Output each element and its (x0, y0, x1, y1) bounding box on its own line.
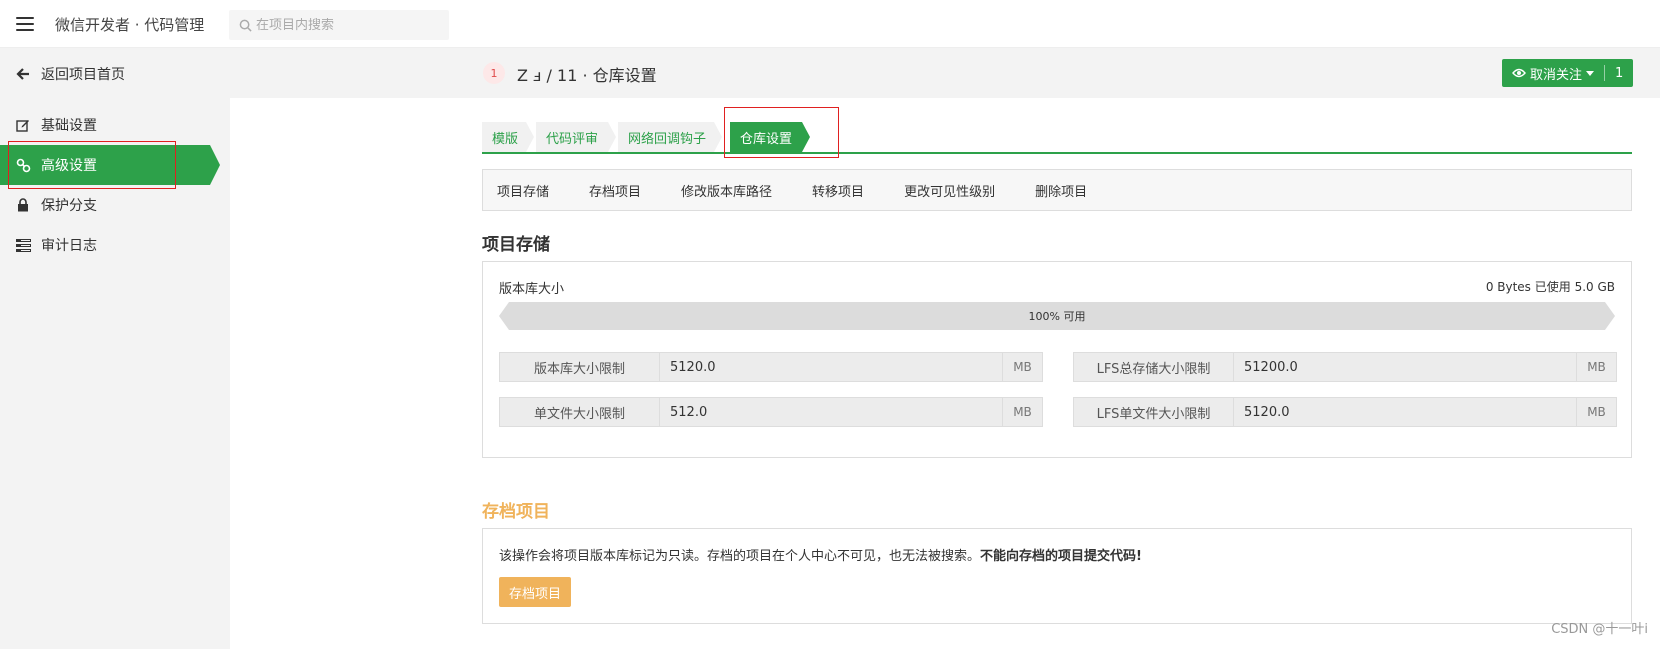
archive-project-button[interactable]: 存档项目 (499, 577, 572, 607)
back-label: 返回项目首页 (41, 67, 125, 83)
tab-templates[interactable]: 模版 (482, 122, 534, 152)
lock-icon (15, 197, 31, 213)
lfs-single-file-limit-field: LFS单文件大小限制 MB (1073, 397, 1617, 427)
settings-subnav: 项目存储 存档项目 修改版本库路径 转移项目 更改可见性级别 删除项目 (482, 169, 1632, 211)
tab-label: 网络回调钩子 (628, 131, 707, 147)
storage-panel: 版本库大小 0 Bytes 已使用 5.0 GB 100% 可用 版本库大小限制… (482, 261, 1632, 458)
link-icon (15, 157, 31, 173)
app-title: 微信开发者 · 代码管理 (55, 16, 205, 34)
repo-used-text: 0 Bytes 已使用 5.0 GB (1485, 280, 1615, 294)
tab-repository-settings[interactable]: 仓库设置 (730, 122, 810, 152)
tab-code-review[interactable]: 代码评审 (536, 122, 616, 152)
sidebar-item-label: 保护分支 (41, 198, 97, 214)
single-file-limit-field: 单文件大小限制 MB (499, 397, 1043, 427)
subnav-delete-project[interactable]: 删除项目 (1035, 181, 1087, 200)
unfollow-button[interactable]: 取消关注 1 (1502, 59, 1634, 87)
archive-panel: 该操作会将项目版本库标记为只读。存档的项目在个人中心不可见，也无法被搜索。不能向… (482, 528, 1632, 624)
archive-warning: 不能向存档的项目提交代码! (980, 549, 1142, 564)
subnav-change-visibility[interactable]: 更改可见性级别 (904, 181, 995, 200)
sidebar-item-audit-log[interactable]: 审计日志 (0, 225, 210, 265)
sidebar-item-label: 高级设置 (41, 158, 97, 174)
subnav-project-storage[interactable]: 项目存储 (497, 181, 549, 200)
eye-icon (1512, 68, 1526, 78)
field-label: 版本库大小限制 (500, 353, 660, 381)
lfs-single-file-limit-input[interactable] (1234, 398, 1576, 426)
tab-label: 代码评审 (546, 131, 599, 147)
lfs-total-limit-field: LFS总存储大小限制 MB (1073, 352, 1617, 382)
list-icon (15, 237, 31, 253)
follow-count: 1 (1615, 65, 1624, 81)
caret-down-icon (1586, 70, 1595, 76)
single-file-limit-input[interactable] (660, 398, 1002, 426)
lfs-total-limit-input[interactable] (1234, 353, 1576, 381)
subnav-archive-project[interactable]: 存档项目 (589, 181, 641, 200)
storage-progress-bar: 100% 可用 (499, 302, 1615, 330)
sidebar-item-basic-settings[interactable]: 基础设置 (0, 105, 210, 145)
edit-icon (15, 117, 31, 133)
notification-badge: 1 (483, 62, 505, 84)
header-band (230, 48, 1660, 98)
subnav-transfer-project[interactable]: 转移项目 (812, 181, 864, 200)
unfollow-label: 取消关注 (1530, 67, 1583, 83)
search-box[interactable] (229, 10, 449, 40)
field-label: 单文件大小限制 (500, 398, 660, 426)
storage-section-title: 项目存储 (482, 235, 550, 255)
field-unit: MB (1002, 398, 1042, 426)
archive-description: 该操作会将项目版本库标记为只读。存档的项目在个人中心不可见，也无法被搜索。不能向… (499, 545, 1142, 564)
search-input[interactable] (256, 17, 446, 33)
arrow-left-icon (15, 66, 31, 82)
tab-label: 模版 (492, 131, 519, 147)
top-bar: 微信开发者 · 代码管理 (0, 0, 1660, 48)
field-label: LFS总存储大小限制 (1074, 353, 1234, 381)
sidebar-item-protected-branches[interactable]: 保护分支 (0, 185, 210, 225)
tab-bar: 模版 代码评审 网络回调钩子 仓库设置 (482, 122, 1632, 154)
progress-text: 100% 可用 (1028, 310, 1086, 323)
subnav-change-repo-path[interactable]: 修改版本库路径 (681, 181, 772, 200)
sidebar-item-label: 基础设置 (41, 118, 97, 134)
tab-webhooks[interactable]: 网络回调钩子 (618, 122, 722, 152)
watermark: CSDN @十一叶i (1551, 622, 1648, 637)
field-unit: MB (1576, 398, 1616, 426)
archive-section-title: 存档项目 (482, 502, 550, 522)
back-to-project-home[interactable]: 返回项目首页 (0, 54, 210, 94)
field-unit: MB (1576, 353, 1616, 381)
repo-size-limit-input[interactable] (660, 353, 1002, 381)
breadcrumb: Z ⅎ / 11 · 仓库设置 (517, 66, 657, 85)
archive-text: 该操作会将项目版本库标记为只读。存档的项目在个人中心不可见，也无法被搜索。 (499, 549, 981, 564)
repo-size-limit-field: 版本库大小限制 MB (499, 352, 1043, 382)
field-unit: MB (1002, 353, 1042, 381)
repo-size-label: 版本库大小 (499, 282, 565, 297)
sidebar-item-label: 审计日志 (41, 238, 97, 254)
field-label: LFS单文件大小限制 (1074, 398, 1234, 426)
menu-icon[interactable] (16, 17, 34, 31)
tab-label: 仓库设置 (740, 131, 793, 147)
sidebar-item-advanced-settings[interactable]: 高级设置 (0, 145, 220, 185)
search-icon (239, 19, 252, 32)
